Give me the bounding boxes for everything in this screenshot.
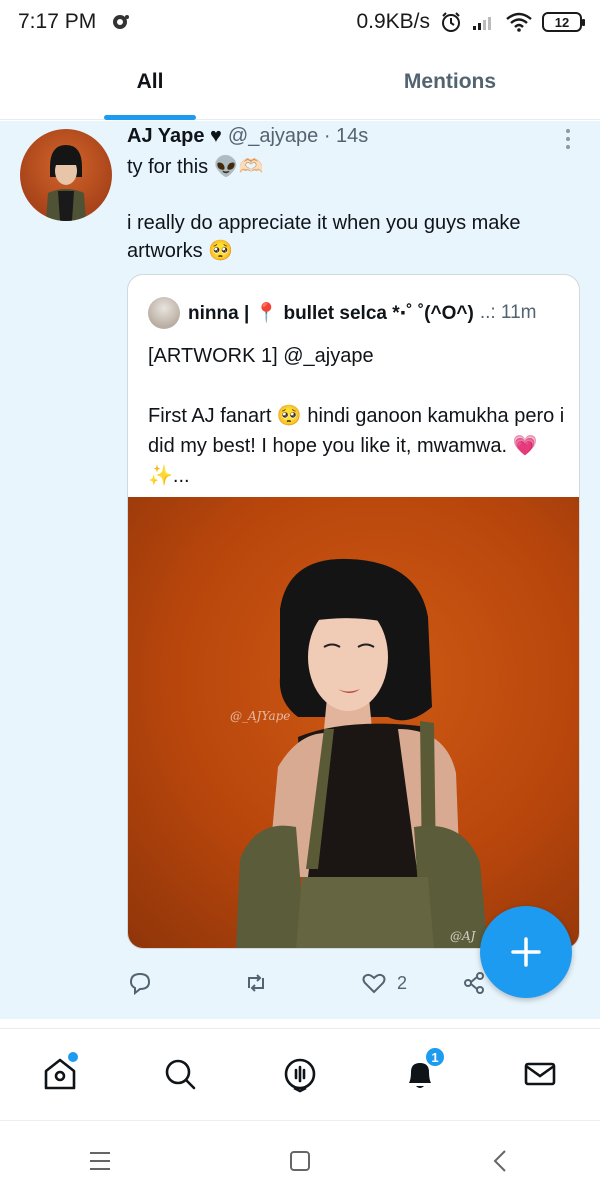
status-bar: 7:17 PM 0.9KB/s 12 [0, 0, 600, 44]
retweet-button[interactable] [243, 970, 361, 996]
tweet-header: AJ Yape ♥ @_ajyape · 14s [127, 125, 368, 148]
status-time: 7:17 PM [18, 10, 97, 33]
nav-spaces[interactable] [270, 1044, 330, 1104]
avatar-portrait [46, 145, 86, 221]
quoted-tweet-meta: ..: 11m [479, 302, 537, 323]
alarm-icon [442, 12, 460, 32]
like-count: 2 [397, 972, 408, 993]
signal-icon [473, 17, 491, 30]
notifications-badge: 1 [424, 1046, 446, 1068]
like-button[interactable]: 2 [361, 970, 461, 996]
menu-icon [90, 1151, 110, 1170]
active-tab-indicator [104, 115, 196, 120]
battery-indicator: 12 [542, 12, 585, 32]
share-button[interactable] [461, 970, 487, 996]
nav-notifications[interactable]: 1 [390, 1044, 450, 1104]
heart-icon [362, 973, 386, 994]
tweet-author-meta: @_ajyape · 14s [227, 125, 369, 147]
wifi-icon [506, 12, 532, 32]
tweet-author-name[interactable]: AJ Yape ♥ [127, 125, 222, 148]
bottom-navigation: 1 [0, 1029, 600, 1119]
retweet-icon [248, 974, 264, 992]
nav-messages[interactable] [510, 1044, 570, 1104]
recent-apps-button[interactable] [70, 1131, 130, 1191]
home-system-button[interactable] [270, 1131, 330, 1191]
compose-tweet-button[interactable] [480, 906, 572, 998]
quoted-tweet-header: ninna | 📍 bullet selca *‧˚ ˚(^O^) ..: 11… [148, 297, 568, 329]
quoted-text-line: First AJ fanart 🥺 hindi ganoon kamukha p… [148, 405, 565, 487]
nav-home[interactable] [30, 1044, 90, 1104]
quoted-avatar [148, 297, 180, 329]
mail-icon [524, 1062, 556, 1086]
reply-icon [129, 972, 151, 996]
artwork-illustration [236, 558, 488, 948]
tab-all-label: All [136, 69, 164, 93]
plus-icon [511, 937, 541, 967]
quoted-author-name: ninna | 📍 bullet selca *‧˚ ˚(^O^) [188, 303, 474, 324]
tab-all[interactable]: All [0, 44, 300, 119]
app-notification-icon [113, 15, 130, 29]
artwork-watermark: @_AJYape [230, 709, 291, 723]
share-icon [464, 972, 484, 994]
tweet-card[interactable]: AJ Yape ♥ @_ajyape · 14s ty for this 👽🫶🏻… [0, 121, 600, 1019]
search-icon [165, 1059, 196, 1090]
chevron-left-icon [493, 1149, 506, 1172]
tab-mentions[interactable]: Mentions [300, 44, 600, 119]
tab-mentions-label: Mentions [403, 69, 497, 93]
more-options-icon[interactable] [556, 127, 580, 151]
tweet-text-line: ty for this 👽🫶🏻 [127, 156, 264, 178]
artwork-signature: @AJ [450, 929, 476, 943]
tweet-text: ty for this 👽🫶🏻 i really do appreciate i… [127, 153, 567, 265]
notifications-tabs: All Mentions [0, 44, 600, 120]
avatar[interactable] [20, 129, 112, 221]
reply-button[interactable] [127, 970, 243, 996]
spaces-icon [284, 1058, 316, 1093]
quoted-text-line: [ARTWORK 1] @_ajyape [148, 345, 374, 367]
back-button[interactable] [470, 1131, 530, 1191]
system-navigation-bar [0, 1120, 600, 1200]
network-speed: 0.9KB/s [356, 10, 430, 33]
tweet-text-line: i really do appreciate it when you guys … [127, 212, 521, 262]
nav-search[interactable] [150, 1044, 210, 1104]
quoted-tweet-text: [ARTWORK 1] @_ajyape First AJ fanart 🥺 h… [148, 341, 568, 491]
quoted-tweet[interactable]: ninna | 📍 bullet selca *‧˚ ˚(^O^) ..: 11… [127, 274, 580, 949]
artwork-image[interactable]: @_AJYape @AJ [128, 497, 579, 948]
square-icon [290, 1150, 310, 1171]
home-new-dot [68, 1052, 78, 1062]
